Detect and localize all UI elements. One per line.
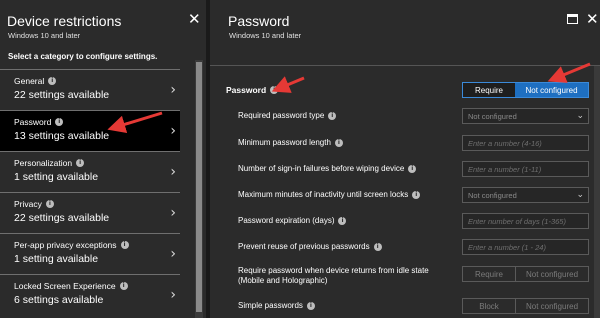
annotation-arrow xyxy=(271,76,305,93)
annotation-arrow xyxy=(107,111,163,133)
annotation-arrow xyxy=(547,62,591,83)
annotation-arrows xyxy=(107,62,591,133)
